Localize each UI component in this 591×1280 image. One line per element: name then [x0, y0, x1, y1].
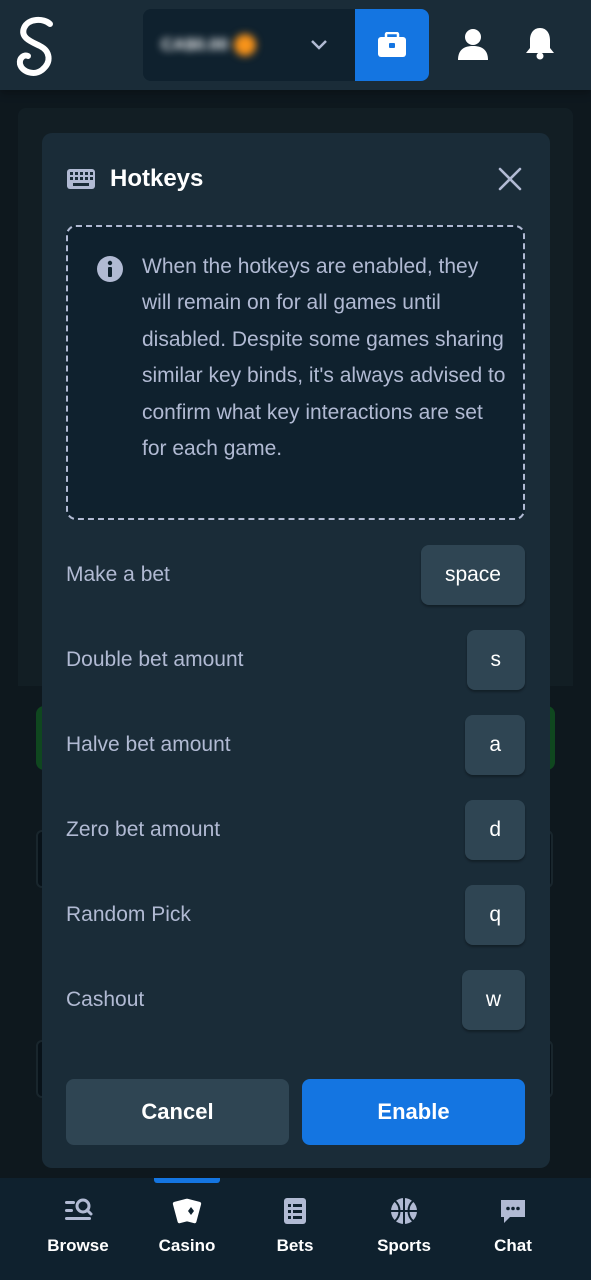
nav-label: Bets [276, 1236, 314, 1255]
currency-coin-icon [234, 34, 257, 56]
nav-label: Casino [158, 1236, 216, 1255]
hotkey-key: w [461, 970, 525, 1030]
bottom-navigation: Browse Casino Bets Sports Chat [0, 1178, 591, 1280]
active-tab-indicator [154, 1178, 220, 1183]
hotkey-label: Make a bet [66, 563, 170, 586]
nav-label: Sports [377, 1236, 431, 1255]
wallet-icon [378, 32, 406, 57]
hotkey-key: q [465, 885, 525, 945]
modal-header: Hotkeys [66, 161, 203, 197]
browse-icon [65, 1198, 93, 1220]
hotkey-row-random-pick: Random Pick q [66, 885, 525, 945]
hotkey-row-zero-bet: Zero bet amount d [66, 800, 525, 860]
hotkey-label: Random Pick [66, 903, 191, 926]
modal-title: Hotkeys [110, 165, 204, 192]
basketball-icon [391, 1198, 417, 1224]
chat-icon [501, 1200, 525, 1223]
hotkey-key: d [465, 800, 525, 860]
nav-item-bets[interactable]: Bets [245, 1196, 345, 1266]
hotkey-key: a [465, 715, 525, 775]
hotkey-row-cashout: Cashout w [66, 970, 525, 1030]
hotkeys-modal: Hotkeys When the hotkeys are enabled, th… [42, 133, 550, 1168]
wallet-button[interactable] [355, 9, 429, 81]
stake-logo[interactable] [14, 14, 62, 78]
hotkey-label: Zero bet amount [66, 818, 221, 841]
keyboard-icon [67, 169, 95, 189]
cards-icon [172, 1198, 202, 1224]
balance-amount: CA$0.00 [161, 35, 229, 54]
nav-item-browse[interactable]: Browse [28, 1196, 128, 1266]
user-icon[interactable] [456, 27, 490, 61]
hotkeys-info-box: When the hotkeys are enabled, they will … [66, 225, 525, 520]
chevron-down-icon[interactable] [309, 37, 329, 53]
wallet-selector[interactable]: CA$0.00 [143, 9, 429, 81]
hotkey-label: Double bet amount [66, 648, 244, 671]
hotkey-row-halve-bet: Halve bet amount a [66, 715, 525, 775]
cancel-button[interactable]: Cancel [66, 1079, 289, 1145]
bell-icon[interactable] [522, 25, 558, 61]
nav-item-chat[interactable]: Chat [463, 1196, 563, 1266]
hotkey-row-make-bet: Make a bet space [66, 545, 525, 605]
nav-item-casino[interactable]: Casino [137, 1196, 237, 1266]
hotkey-label: Cashout [66, 988, 145, 1011]
balance-display[interactable]: CA$0.00 [161, 33, 289, 57]
nav-label: Browse [47, 1236, 109, 1255]
betslip-icon [284, 1198, 306, 1224]
nav-item-sports[interactable]: Sports [354, 1196, 454, 1266]
info-text: When the hotkeys are enabled, they will … [142, 255, 506, 461]
close-icon[interactable] [497, 166, 523, 192]
nav-label: Chat [494, 1236, 532, 1255]
hotkey-row-double-bet: Double bet amount s [66, 630, 525, 690]
hotkey-key: s [466, 630, 525, 690]
hotkey-key: space [420, 545, 525, 605]
top-bar: CA$0.00 [0, 0, 591, 90]
info-icon [97, 256, 123, 282]
hotkey-label: Halve bet amount [66, 733, 231, 756]
enable-button[interactable]: Enable [302, 1079, 525, 1145]
